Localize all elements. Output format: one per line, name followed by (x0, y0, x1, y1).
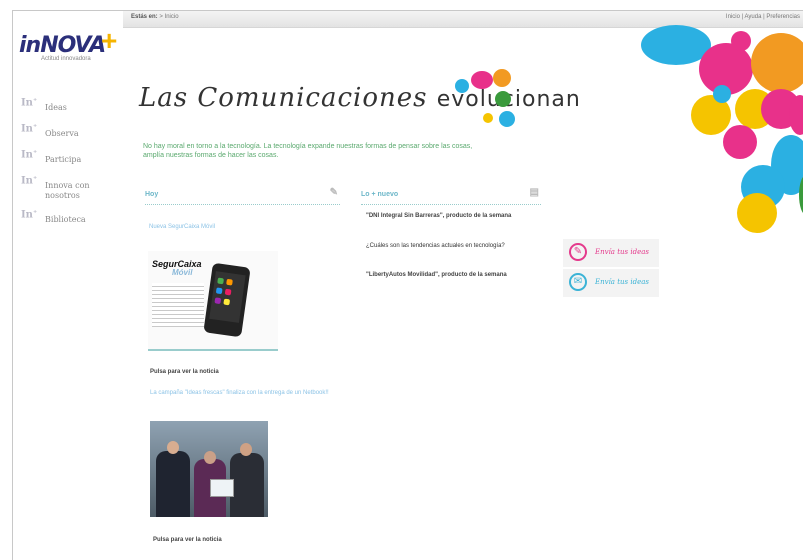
pencil-icon: ✎ (329, 187, 338, 198)
hoy-heading: Hoy ✎ (145, 187, 340, 205)
corner-decoration (641, 25, 803, 235)
innova-mark-icon: In+ (21, 209, 38, 221)
logo-wordmark: inNOVA (19, 33, 106, 58)
news-cta-1[interactable]: Pulsa para ver la noticia (150, 368, 219, 376)
top-link-inicio[interactable]: Inicio (726, 14, 740, 20)
logo-plus-icon: + (101, 25, 118, 56)
send-ideas-button-2[interactable]: ✉ Envía tus ideas (563, 269, 659, 297)
innova-mark-icon: In+ (21, 149, 38, 161)
innova-logo[interactable]: inNOVA + Actitud innovadora (19, 25, 117, 62)
segurcaixa-image[interactable]: SegurCaixa Móvil (148, 251, 278, 351)
send-ideas-button[interactable]: ✎ Envía tus ideas (563, 239, 659, 267)
globe-icon: ✉ (569, 273, 587, 291)
news-link-segurcaixa[interactable]: Nueva SegurCaixa Móvil (149, 223, 339, 231)
breadcrumb-current[interactable]: Inicio (165, 14, 179, 20)
nuevo-item-1[interactable]: "DNI Integral Sin Barreras", producto de… (366, 212, 546, 220)
netbook-box (210, 479, 234, 497)
intro-text: No hay moral en torno a la tecnología. L… (143, 143, 473, 159)
nuevo-item-3[interactable]: "LibertyAutos Movilidad", producto de la… (366, 271, 546, 279)
phone-illustration (203, 262, 251, 338)
top-link-ayuda[interactable]: Ayuda (745, 14, 762, 20)
nuevo-item-2[interactable]: ¿Cuáles son las tendencias actuales en t… (366, 242, 546, 250)
ad-text-lines (152, 283, 204, 327)
innova-mark-icon: In+ (21, 123, 38, 135)
bulb-icon: ✎ (569, 243, 587, 261)
hero-decoration (453, 69, 515, 133)
breadcrumb: Estás en: > Inicio (131, 14, 179, 20)
top-links: Inicio | Ayuda | Preferencias (725, 14, 800, 20)
newspaper-icon: ▤ (529, 187, 539, 198)
news-cta-2[interactable]: Pulsa para ver la noticia (153, 536, 222, 544)
news-link-ideas-frescas[interactable]: La campaña "Ideas frescas" finaliza con … (150, 389, 330, 397)
top-link-preferencias[interactable]: Preferencias (766, 14, 800, 20)
person-figure (156, 451, 190, 517)
innova-mark-icon: In+ (21, 97, 38, 109)
person-figure (230, 453, 264, 517)
innova-mark-icon: In+ (21, 175, 38, 187)
browser-page: Estás en: > Inicio Inicio | Ayuda | Pref… (12, 10, 803, 560)
award-photo[interactable] (150, 421, 268, 517)
nuevo-heading: Lo + nuevo ▤ (361, 187, 541, 205)
